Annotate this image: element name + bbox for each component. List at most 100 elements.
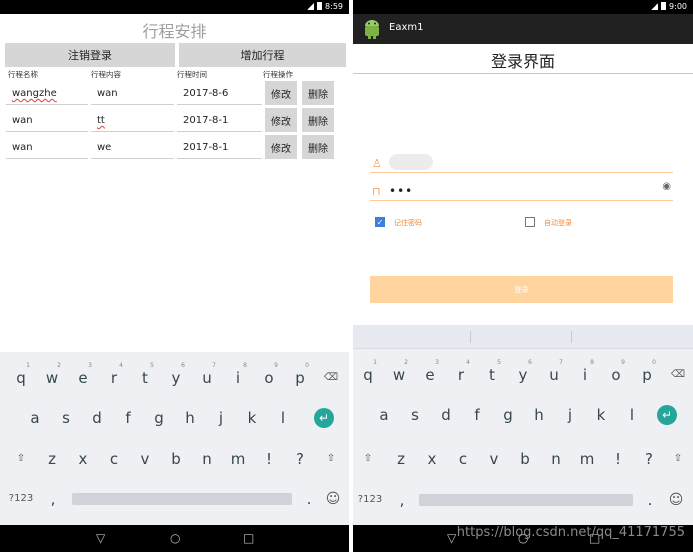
schedule-name-field[interactable]: wangzhe — [6, 83, 88, 105]
backspace-icon[interactable]: ⌫ — [665, 361, 691, 387]
key-c[interactable]: c — [101, 445, 127, 471]
key-f[interactable]: f — [464, 401, 490, 427]
key-a[interactable]: a — [22, 404, 48, 430]
key-g[interactable]: g — [146, 404, 172, 430]
backspace-icon[interactable]: ⌫ — [318, 364, 344, 390]
schedule-content-field[interactable]: we — [91, 137, 174, 159]
key-t[interactable]: 5t — [132, 362, 158, 390]
key-m[interactable]: m — [225, 445, 251, 471]
remember-password-checkbox[interactable]: ✓ — [375, 217, 385, 227]
key-z[interactable]: z — [39, 445, 65, 471]
key-comma[interactable]: , — [389, 486, 415, 512]
key-q[interactable]: 1q — [355, 359, 381, 387]
key-s[interactable]: s — [402, 401, 428, 427]
key-period[interactable]: . — [296, 485, 322, 511]
key-j[interactable]: j — [557, 401, 583, 427]
key-h[interactable]: h — [526, 401, 552, 427]
logout-button[interactable]: 注销登录 — [5, 43, 175, 67]
key-r[interactable]: 4r — [448, 359, 474, 387]
key-d[interactable]: d — [84, 404, 110, 430]
edit-button[interactable]: 修改 — [265, 135, 297, 159]
key-k[interactable]: k — [239, 404, 265, 430]
edit-button[interactable]: 修改 — [265, 108, 297, 132]
delete-button[interactable]: 删除 — [302, 81, 334, 105]
key-question[interactable]: ? — [287, 445, 313, 471]
key-a[interactable]: a — [371, 401, 397, 427]
key-b[interactable]: b — [512, 445, 538, 471]
key-w[interactable]: 2w — [386, 359, 412, 387]
recents-icon[interactable]: □ — [243, 531, 254, 545]
schedule-time-field[interactable]: 2017-8-1 — [177, 137, 262, 159]
shift-icon[interactable]: ⇧ — [355, 445, 381, 471]
key-w[interactable]: 2w — [39, 362, 65, 390]
schedule-time-field[interactable]: 2017-8-6 — [177, 83, 262, 105]
edit-button[interactable]: 修改 — [265, 81, 297, 105]
key-s[interactable]: s — [53, 404, 79, 430]
key-e[interactable]: 3e — [417, 359, 443, 387]
key-exclamation[interactable]: ! — [605, 445, 631, 471]
key-period[interactable]: . — [637, 486, 663, 512]
key-v[interactable]: v — [481, 445, 507, 471]
key-j[interactable]: j — [208, 404, 234, 430]
auto-login-checkbox[interactable] — [525, 217, 535, 227]
delete-button[interactable]: 删除 — [302, 108, 334, 132]
schedule-name-field[interactable]: wan — [6, 110, 88, 132]
shift-icon[interactable]: ⇧ — [318, 445, 344, 471]
shift-icon[interactable]: ⇧ — [665, 445, 691, 471]
key-y[interactable]: 6y — [510, 359, 536, 387]
key-o[interactable]: 9o — [256, 362, 282, 390]
key-i[interactable]: 8i — [225, 362, 251, 390]
emoji-icon[interactable]: ☺ — [663, 486, 689, 512]
key-i[interactable]: 8i — [572, 359, 598, 387]
key-exclamation[interactable]: ! — [256, 445, 282, 471]
enter-icon[interactable]: ↵ — [657, 405, 677, 425]
key-y[interactable]: 6y — [163, 362, 189, 390]
key-f[interactable]: f — [115, 404, 141, 430]
space-bar[interactable] — [419, 494, 633, 506]
key-x[interactable]: x — [70, 445, 96, 471]
key-o[interactable]: 9o — [603, 359, 629, 387]
key-k[interactable]: k — [588, 401, 614, 427]
symbols-key[interactable]: ?123 — [6, 485, 36, 511]
key-g[interactable]: g — [495, 401, 521, 427]
key-p[interactable]: 0p — [287, 362, 313, 390]
username-input[interactable] — [389, 154, 433, 170]
shift-icon[interactable]: ⇧ — [8, 445, 34, 471]
space-bar[interactable] — [72, 493, 292, 505]
emoji-icon[interactable]: ☺ — [320, 485, 346, 511]
key-c[interactable]: c — [450, 445, 476, 471]
key-u[interactable]: 7u — [541, 359, 567, 387]
key-x[interactable]: x — [419, 445, 445, 471]
enter-icon[interactable]: ↵ — [314, 408, 334, 428]
key-m[interactable]: m — [574, 445, 600, 471]
key-comma[interactable]: , — [40, 485, 66, 511]
key-n[interactable]: n — [543, 445, 569, 471]
home-icon[interactable]: ○ — [170, 531, 180, 545]
key-n[interactable]: n — [194, 445, 220, 471]
key-q[interactable]: 1q — [8, 362, 34, 390]
delete-button[interactable]: 删除 — [302, 135, 334, 159]
schedule-content-field[interactable]: tt — [91, 110, 174, 132]
back-icon[interactable]: ▽ — [447, 531, 456, 545]
password-input[interactable]: ••• — [389, 184, 413, 198]
key-v[interactable]: v — [132, 445, 158, 471]
key-r[interactable]: 4r — [101, 362, 127, 390]
key-b[interactable]: b — [163, 445, 189, 471]
key-l[interactable]: l — [270, 404, 296, 430]
key-t[interactable]: 5t — [479, 359, 505, 387]
key-p[interactable]: 0p — [634, 359, 660, 387]
key-z[interactable]: z — [388, 445, 414, 471]
add-schedule-button[interactable]: 增加行程 — [179, 43, 346, 67]
schedule-time-field[interactable]: 2017-8-1 — [177, 110, 262, 132]
key-e[interactable]: 3e — [70, 362, 96, 390]
key-d[interactable]: d — [433, 401, 459, 427]
login-button[interactable]: 登录 — [370, 276, 673, 303]
eye-icon[interactable]: ◉ — [662, 181, 671, 192]
key-h[interactable]: h — [177, 404, 203, 430]
schedule-name-field[interactable]: wan — [6, 137, 88, 159]
symbols-key[interactable]: ?123 — [355, 486, 385, 512]
back-icon[interactable]: ▽ — [96, 531, 105, 545]
key-l[interactable]: l — [619, 401, 645, 427]
schedule-content-field[interactable]: wan — [91, 83, 174, 105]
key-question[interactable]: ? — [636, 445, 662, 471]
